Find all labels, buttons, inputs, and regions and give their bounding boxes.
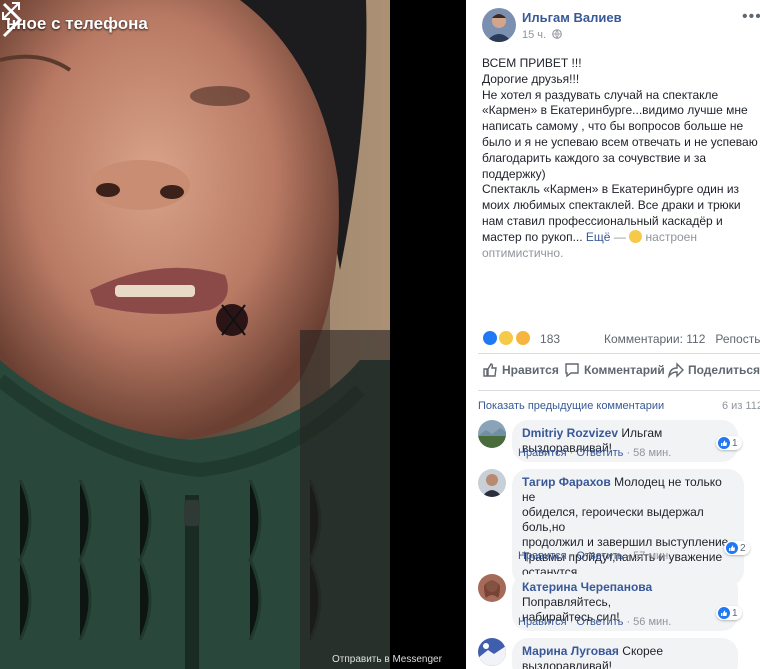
commenter-name[interactable]: Тагир Фарахов (522, 475, 611, 489)
like-reaction-icon (718, 437, 730, 449)
post-time[interactable]: 15 ч. (522, 29, 546, 41)
comment-meta: Нравится · Ответить · 58 мин. (518, 447, 671, 459)
comment-text: выздоравливай! (522, 659, 613, 669)
post-line-last: мастер по рукоп... Ещё — настроен (482, 229, 758, 246)
shares-count-link[interactable]: Репосты: 8 (715, 332, 760, 346)
comment-meta: Нравится · Ответить · 56 мин. (518, 616, 671, 628)
post-panel: Ильгам Валиев 15 ч. ••• ВСЕМ ПРИВЕТ !!! … (466, 0, 760, 669)
post-line: написать самому , что бы вопросов больше… (482, 119, 744, 134)
meta-separator: · (569, 616, 574, 628)
post-line: мастер по рукоп... (482, 229, 583, 244)
comment-time[interactable]: 57 мин. (633, 550, 671, 562)
like-reaction-icon (482, 330, 498, 346)
post-line: поддержку) (482, 166, 546, 181)
like-button-label: Нравится (502, 363, 559, 377)
globe-icon (552, 29, 562, 39)
smiley-emoji-icon (629, 229, 643, 243)
commenter-name[interactable]: Катерина Черепанова (522, 580, 652, 594)
author-name[interactable]: Ильгам Валиев (522, 10, 622, 25)
share-button[interactable]: Поделиться (668, 362, 760, 378)
comment-like-badge[interactable]: 1 (716, 436, 742, 450)
ellipsis-dash: — (613, 229, 630, 244)
commenter-avatar[interactable] (478, 638, 506, 666)
send-in-messenger-link[interactable]: Отправить в Messenger (332, 654, 442, 665)
see-more-link[interactable]: Ещё (586, 230, 611, 244)
comment-text: обиделся, героически выдержал боль,но (522, 505, 704, 534)
comment-like-badge[interactable]: 2 (724, 541, 750, 555)
post-stats: Комментарии: 112 Репосты: 8 (604, 332, 760, 346)
meta-separator: · (569, 550, 574, 562)
faded-text-line: оптимистично. (482, 245, 564, 260)
commenter-avatar[interactable] (478, 574, 506, 602)
reaction-count: 183 (540, 332, 561, 346)
comment-like-count: 2 (740, 542, 746, 554)
meta-separator: · (626, 447, 631, 459)
faded-text: настроен (645, 229, 697, 244)
meta-separator: · (626, 616, 631, 628)
post-line: Не хотел я раздувать случай на спектакле (482, 87, 719, 102)
share-icon (668, 362, 684, 378)
next-photo-arrow-icon[interactable] (0, 0, 24, 40)
comment-like-link[interactable]: Нравится (518, 616, 567, 628)
meta-separator: · (569, 447, 574, 459)
like-reaction-icon (718, 607, 730, 619)
post-line: ВСЕМ ПРИВЕТ !!! (482, 56, 582, 70)
photo-caption: нное с телефона (6, 14, 148, 33)
comment-like-link[interactable]: Нравится (518, 447, 567, 459)
comment-button[interactable]: Комментарий (564, 362, 665, 378)
like-reaction-icon (726, 542, 738, 554)
post-line: благодарить каждого за сочувствие и за (482, 150, 707, 165)
comments-count-link[interactable]: Комментарии: 112 (604, 332, 705, 346)
commenter-avatar[interactable] (478, 469, 506, 497)
comment-reply-link[interactable]: Ответить (576, 550, 623, 562)
comment-text: Поправляйтесь, (522, 595, 612, 609)
like-button[interactable]: Нравится (482, 362, 559, 378)
comment-meta: Нравится · Ответить · 57 мин. (518, 550, 671, 562)
author-avatar[interactable] (482, 8, 516, 42)
wow-reaction-icon (514, 330, 531, 346)
reactions-summary[interactable]: 183 (482, 330, 560, 346)
post-header: Ильгам Валиев 15 ч. ••• (466, 0, 760, 52)
comment-bubble: Марина Луговая Скорее выздоравливай! (512, 638, 738, 669)
post-text: ВСЕМ ПРИВЕТ !!! Дорогие друзья!!! Не хот… (482, 56, 758, 261)
post-line: было и я не успеваю всем отвечать и не у… (482, 134, 758, 149)
post-options-button[interactable]: ••• (742, 8, 760, 26)
comment-reply-link[interactable]: Ответить (576, 447, 623, 459)
comment-like-link[interactable]: Нравится (518, 550, 567, 562)
comment-time[interactable]: 58 мин. (633, 447, 671, 459)
share-button-label: Поделиться (688, 363, 760, 377)
comment-bubble: Тагир Фарахов Молодец не только не обиде… (512, 469, 744, 586)
comment-like-badge[interactable]: 1 (716, 606, 742, 620)
commenter-name[interactable]: Марина Луговая (522, 644, 619, 658)
thumbs-up-icon (483, 363, 497, 377)
comment-like-count: 1 (732, 607, 738, 619)
post-line: нам ставил профессиональный каскадёр и (482, 213, 723, 228)
post-line: моих любимых спектаклей. Все драки и трю… (482, 198, 741, 213)
comment-time[interactable]: 56 мин. (633, 616, 671, 628)
divider (478, 353, 760, 354)
post-line: Спектакль «Кармен» в Екатеринбурге один … (482, 182, 740, 197)
meta-separator: · (626, 550, 631, 562)
sad-reaction-icon (498, 330, 515, 346)
comment-text: Скорее (622, 644, 664, 658)
divider (478, 390, 760, 391)
photo-viewer: нное с телефона Отправить в Messenger (0, 0, 466, 669)
post-line: «Кармен» в Екатеринбурге...видимо лучше … (482, 103, 748, 118)
commenter-name[interactable]: Dmitriy Rozvizev (522, 426, 618, 440)
comment-button-label: Комментарий (584, 363, 665, 377)
comment-text: продолжил и завершил выступление. (522, 535, 732, 549)
comment-like-count: 1 (732, 437, 738, 449)
post-photo (0, 0, 466, 669)
show-previous-comments-link[interactable]: Показать предыдущие комментарии (478, 400, 664, 412)
comment-icon (565, 363, 579, 378)
comment-reply-link[interactable]: Ответить (576, 616, 623, 628)
post-line: Дорогие друзья!!! (482, 71, 580, 86)
commenter-avatar[interactable] (478, 420, 506, 448)
comments-counter: 6 из 112 (722, 400, 760, 412)
